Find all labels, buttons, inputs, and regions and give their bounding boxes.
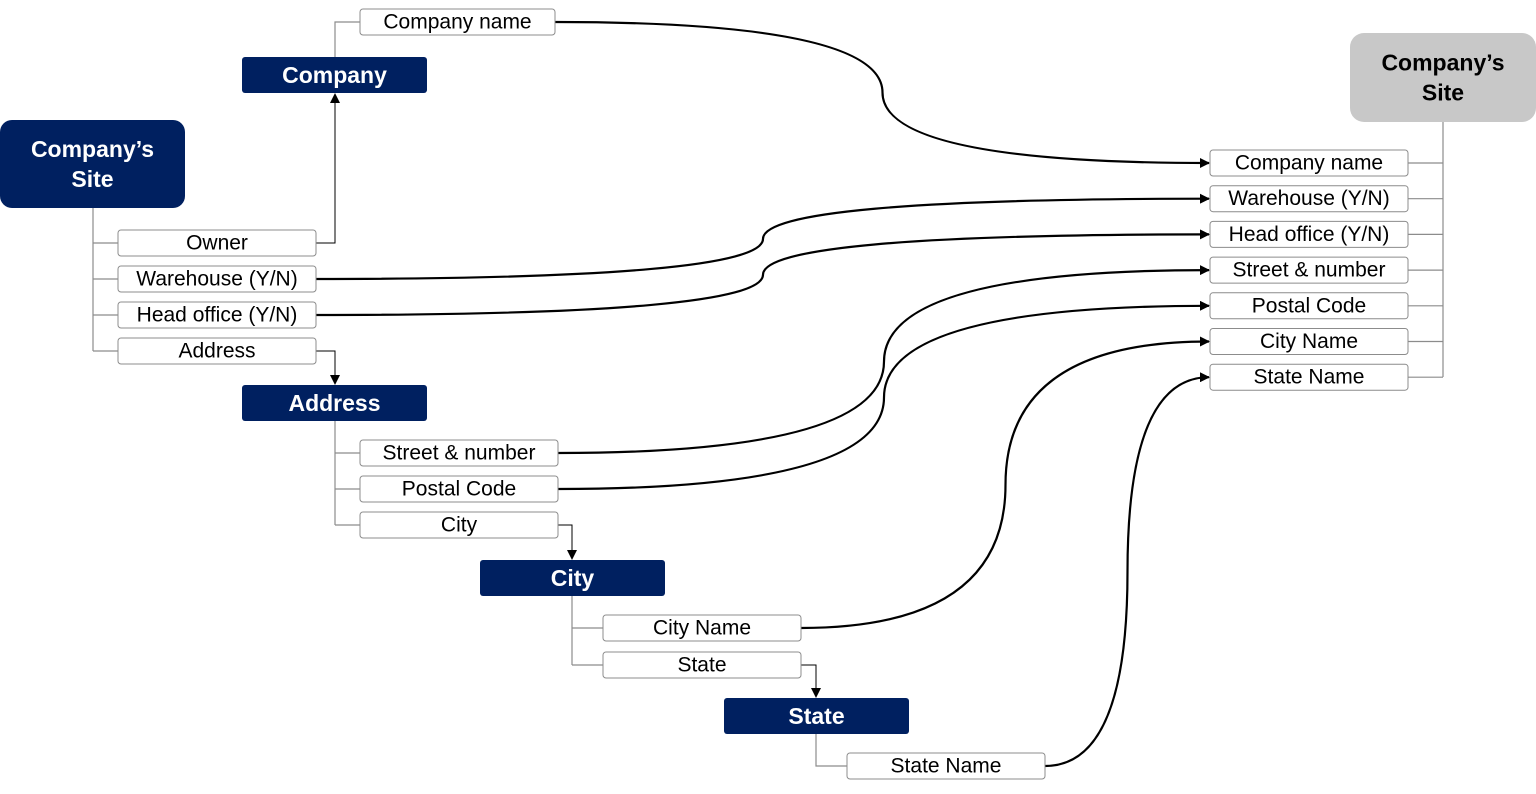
source-company-entity: Company bbox=[242, 57, 427, 93]
tree-line bbox=[334, 21, 360, 57]
source-site-entity-box bbox=[0, 120, 185, 208]
source-address-field-street-number[interactable]: Street & number bbox=[359, 439, 559, 467]
source-state-field-state-name[interactable]: State Name bbox=[846, 752, 1046, 780]
target-site-field-company-name[interactable]: Company name bbox=[1209, 149, 1409, 177]
source-site-entity-title: Site bbox=[71, 166, 113, 192]
target-site-field-state-name[interactable]: State Name bbox=[1209, 363, 1409, 391]
mapping-connector-street-number bbox=[557, 265, 1210, 455]
source-state-entity-title: State bbox=[788, 703, 844, 729]
target-site-field-street-number[interactable]: Street & number bbox=[1209, 256, 1409, 284]
target-site-entity-title: Site bbox=[1422, 80, 1464, 106]
field-label: State bbox=[677, 654, 726, 677]
field-label: Street & number bbox=[383, 442, 536, 465]
field-label: State Name bbox=[1254, 366, 1365, 389]
source-address-entity: Address bbox=[242, 385, 427, 421]
source-address-field-postal-code[interactable]: Postal Code bbox=[359, 475, 559, 503]
source-city-field-city-name[interactable]: City Name bbox=[602, 614, 802, 642]
data-mapping-diagram: Company’s Site Owner Warehouse (Y/N) Head of… bbox=[0, 8, 1536, 780]
field-label: City Name bbox=[653, 617, 751, 640]
field-label: Company name bbox=[383, 11, 531, 34]
field-label: Company name bbox=[1235, 152, 1383, 175]
field-label: Postal Code bbox=[1252, 294, 1366, 317]
target-site-field-postal-code[interactable]: Postal Code bbox=[1209, 292, 1409, 320]
field-label: Owner bbox=[186, 232, 248, 255]
source-city-field-state[interactable]: State bbox=[602, 651, 802, 679]
source-state-entity: State bbox=[724, 698, 909, 734]
mapping-connector-state-name bbox=[1044, 372, 1210, 768]
field-label: Warehouse (Y/N) bbox=[136, 268, 297, 291]
source-site-entity-title: Company’s bbox=[31, 136, 154, 162]
target-site-entity-box bbox=[1350, 33, 1536, 122]
source-city-entity-title: City bbox=[551, 565, 595, 591]
source-address-entity-title: Address bbox=[288, 390, 380, 416]
reference-arrow bbox=[801, 664, 821, 698]
source-company-field-company-name[interactable]: Company name bbox=[359, 8, 556, 36]
target-site-field-head-office-y-n[interactable]: Head office (Y/N) bbox=[1209, 220, 1409, 248]
reference-arrow bbox=[316, 350, 340, 385]
field-label: Street & number bbox=[1233, 259, 1386, 282]
field-label: Address bbox=[178, 340, 255, 363]
source-city-entity: City bbox=[480, 560, 665, 596]
field-label: State Name bbox=[891, 755, 1002, 778]
source-site-field-owner[interactable]: Owner bbox=[117, 229, 317, 257]
target-site-field-warehouse-y-n[interactable]: Warehouse (Y/N) bbox=[1209, 185, 1409, 213]
field-label: Postal Code bbox=[402, 478, 516, 501]
source-site-field-head-office-y-n[interactable]: Head office (Y/N) bbox=[117, 301, 317, 329]
tree-line bbox=[815, 734, 847, 767]
source-company-entity-title: Company bbox=[282, 62, 387, 88]
field-label: Head office (Y/N) bbox=[1229, 223, 1390, 246]
source-site-field-warehouse-y-n[interactable]: Warehouse (Y/N) bbox=[117, 265, 317, 293]
reference-arrow bbox=[558, 524, 577, 560]
source-site-field-address[interactable]: Address bbox=[117, 337, 317, 365]
mapping-connector-company-name bbox=[554, 20, 1210, 168]
source-site-entity: Company’s Site bbox=[0, 120, 185, 208]
target-site-entity-title: Company’s bbox=[1381, 50, 1504, 76]
field-label: City Name bbox=[1260, 330, 1358, 353]
mapping-connector-postal-code bbox=[557, 300, 1210, 491]
target-site-entity: Company’s Site bbox=[1350, 33, 1536, 122]
mapping-connector-warehouse-y-n bbox=[315, 193, 1210, 281]
source-address-field-city[interactable]: City bbox=[359, 511, 559, 539]
target-site-field-city-name[interactable]: City Name bbox=[1209, 328, 1409, 355]
mapping-connector-city-name bbox=[800, 336, 1210, 630]
field-label: Warehouse (Y/N) bbox=[1228, 187, 1389, 210]
reference-arrow bbox=[316, 93, 340, 244]
field-label: City bbox=[441, 514, 478, 537]
field-label: Head office (Y/N) bbox=[137, 304, 298, 327]
